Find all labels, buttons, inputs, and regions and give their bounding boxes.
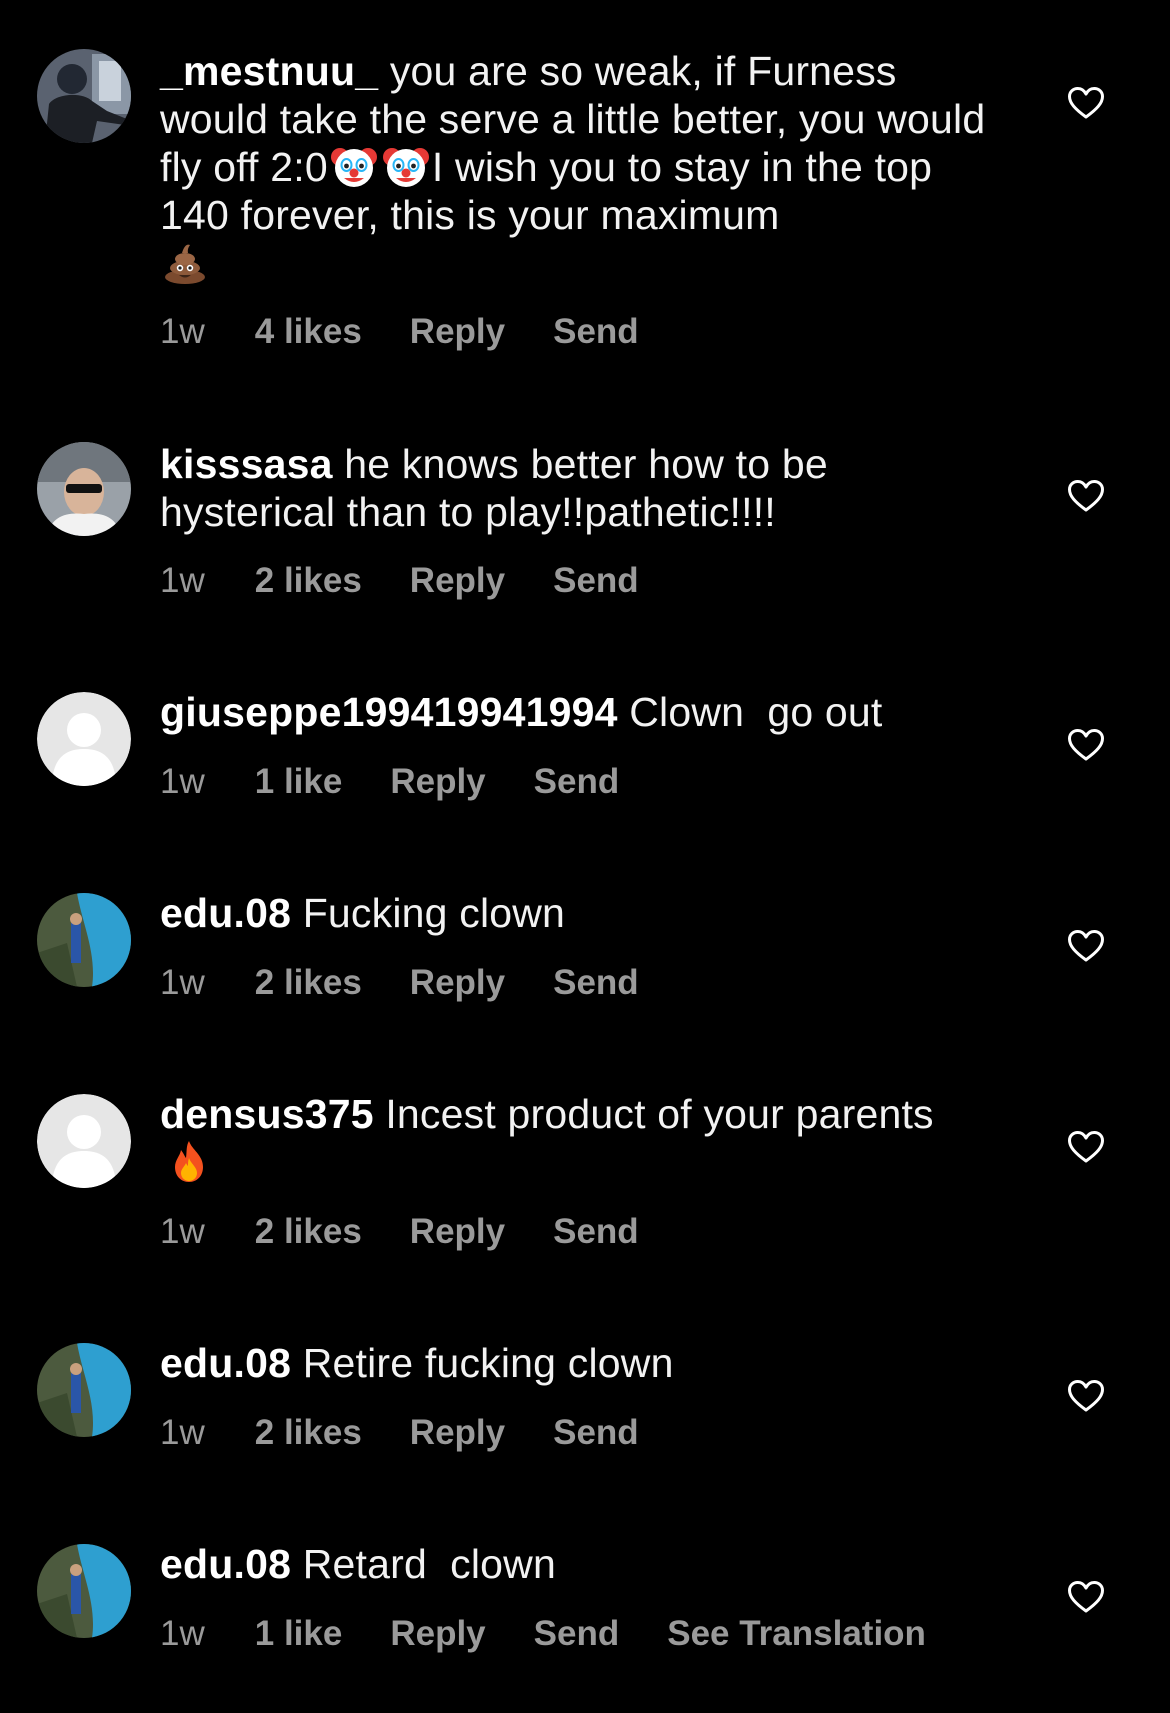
comment-time: 1w [160, 1212, 205, 1251]
comment-time: 1w [160, 312, 205, 351]
avatar[interactable] [37, 1544, 131, 1638]
heart-icon[interactable] [1067, 479, 1105, 513]
avatar[interactable] [37, 1343, 131, 1437]
reply-button[interactable]: Reply [410, 1212, 505, 1252]
comment-meta: 1w 1 like Reply Send See Translation [160, 1614, 974, 1654]
comment-text: Retire fucking clown [302, 1340, 674, 1386]
heart-icon[interactable] [1067, 86, 1105, 120]
poop-emoji [162, 239, 208, 285]
likes-count[interactable]: 2 likes [255, 561, 362, 601]
reply-button[interactable]: Reply [390, 1614, 485, 1654]
likes-count[interactable]: 4 likes [255, 312, 362, 352]
comment-meta: 1w 2 likes Reply Send [160, 1212, 687, 1252]
send-button[interactable]: Send [534, 762, 620, 802]
fire-emoji [166, 1138, 212, 1184]
comment-time: 1w [160, 561, 205, 600]
comment-meta: 1w 2 likes Reply Send [160, 1413, 687, 1453]
avatar[interactable] [37, 692, 131, 786]
likes-count[interactable]: 2 likes [255, 963, 362, 1003]
comment-text: Fucking clown [302, 890, 566, 936]
reply-button[interactable]: Reply [390, 762, 485, 802]
avatar[interactable] [37, 49, 131, 143]
reply-button[interactable]: Reply [410, 561, 505, 601]
avatar[interactable] [37, 442, 131, 536]
comment-username[interactable]: edu.08 [160, 1541, 291, 1587]
comment-username[interactable]: edu.08 [160, 890, 291, 936]
comment-body: densus375 Incest product of your parents [160, 1090, 1000, 1186]
comment-meta: 1w 2 likes Reply Send [160, 963, 687, 1003]
comment-username[interactable]: kisssasa [160, 441, 333, 487]
comment-time: 1w [160, 1614, 205, 1653]
reply-button[interactable]: Reply [410, 312, 505, 352]
send-button[interactable]: Send [534, 1614, 620, 1654]
send-button[interactable]: Send [553, 963, 639, 1003]
comment-meta: 1w 1 like Reply Send [160, 762, 667, 802]
comment-username[interactable]: giuseppe199419941994 [160, 689, 618, 735]
likes-count[interactable]: 1 like [255, 1614, 343, 1654]
avatar[interactable] [37, 893, 131, 987]
heart-icon[interactable] [1067, 929, 1105, 963]
see-translation-button[interactable]: See Translation [667, 1614, 926, 1654]
comment-time: 1w [160, 762, 205, 801]
comment-meta: 1w 2 likes Reply Send [160, 561, 687, 601]
comment-body: edu.08 Retire fucking clown [160, 1339, 1000, 1387]
comment-body: edu.08 Retard clown [160, 1540, 1000, 1588]
reply-button[interactable]: Reply [410, 1413, 505, 1453]
clown-emoji [383, 143, 429, 189]
comment-text: Retard clown [302, 1541, 556, 1587]
comment-body: giuseppe199419941994 Clown go out [160, 688, 1000, 736]
comment-time: 1w [160, 1413, 205, 1452]
comment-username[interactable]: _mestnuu_ [160, 48, 378, 94]
comment-body: kisssasa he knows better how to be hyste… [160, 440, 1000, 536]
likes-count[interactable]: 1 like [255, 762, 343, 802]
heart-icon[interactable] [1067, 1130, 1105, 1164]
comment-text: Clown go out [629, 689, 883, 735]
reply-button[interactable]: Reply [410, 963, 505, 1003]
comment-body: edu.08 Fucking clown [160, 889, 1000, 937]
send-button[interactable]: Send [553, 561, 639, 601]
comment-username[interactable]: edu.08 [160, 1340, 291, 1386]
comment-body: _mestnuu_ you are so weak, if Furness wo… [160, 47, 1000, 287]
heart-icon[interactable] [1067, 1379, 1105, 1413]
send-button[interactable]: Send [553, 312, 639, 352]
comment-username[interactable]: densus375 [160, 1091, 374, 1137]
comment-meta: 1w 4 likes Reply Send [160, 312, 687, 352]
likes-count[interactable]: 2 likes [255, 1212, 362, 1252]
comment-text: Incest product of your parents [385, 1091, 934, 1137]
heart-icon[interactable] [1067, 1580, 1105, 1614]
comment-time: 1w [160, 963, 205, 1002]
avatar[interactable] [37, 1094, 131, 1188]
send-button[interactable]: Send [553, 1212, 639, 1252]
send-button[interactable]: Send [553, 1413, 639, 1453]
heart-icon[interactable] [1067, 728, 1105, 762]
likes-count[interactable]: 2 likes [255, 1413, 362, 1453]
clown-emoji [331, 143, 377, 189]
